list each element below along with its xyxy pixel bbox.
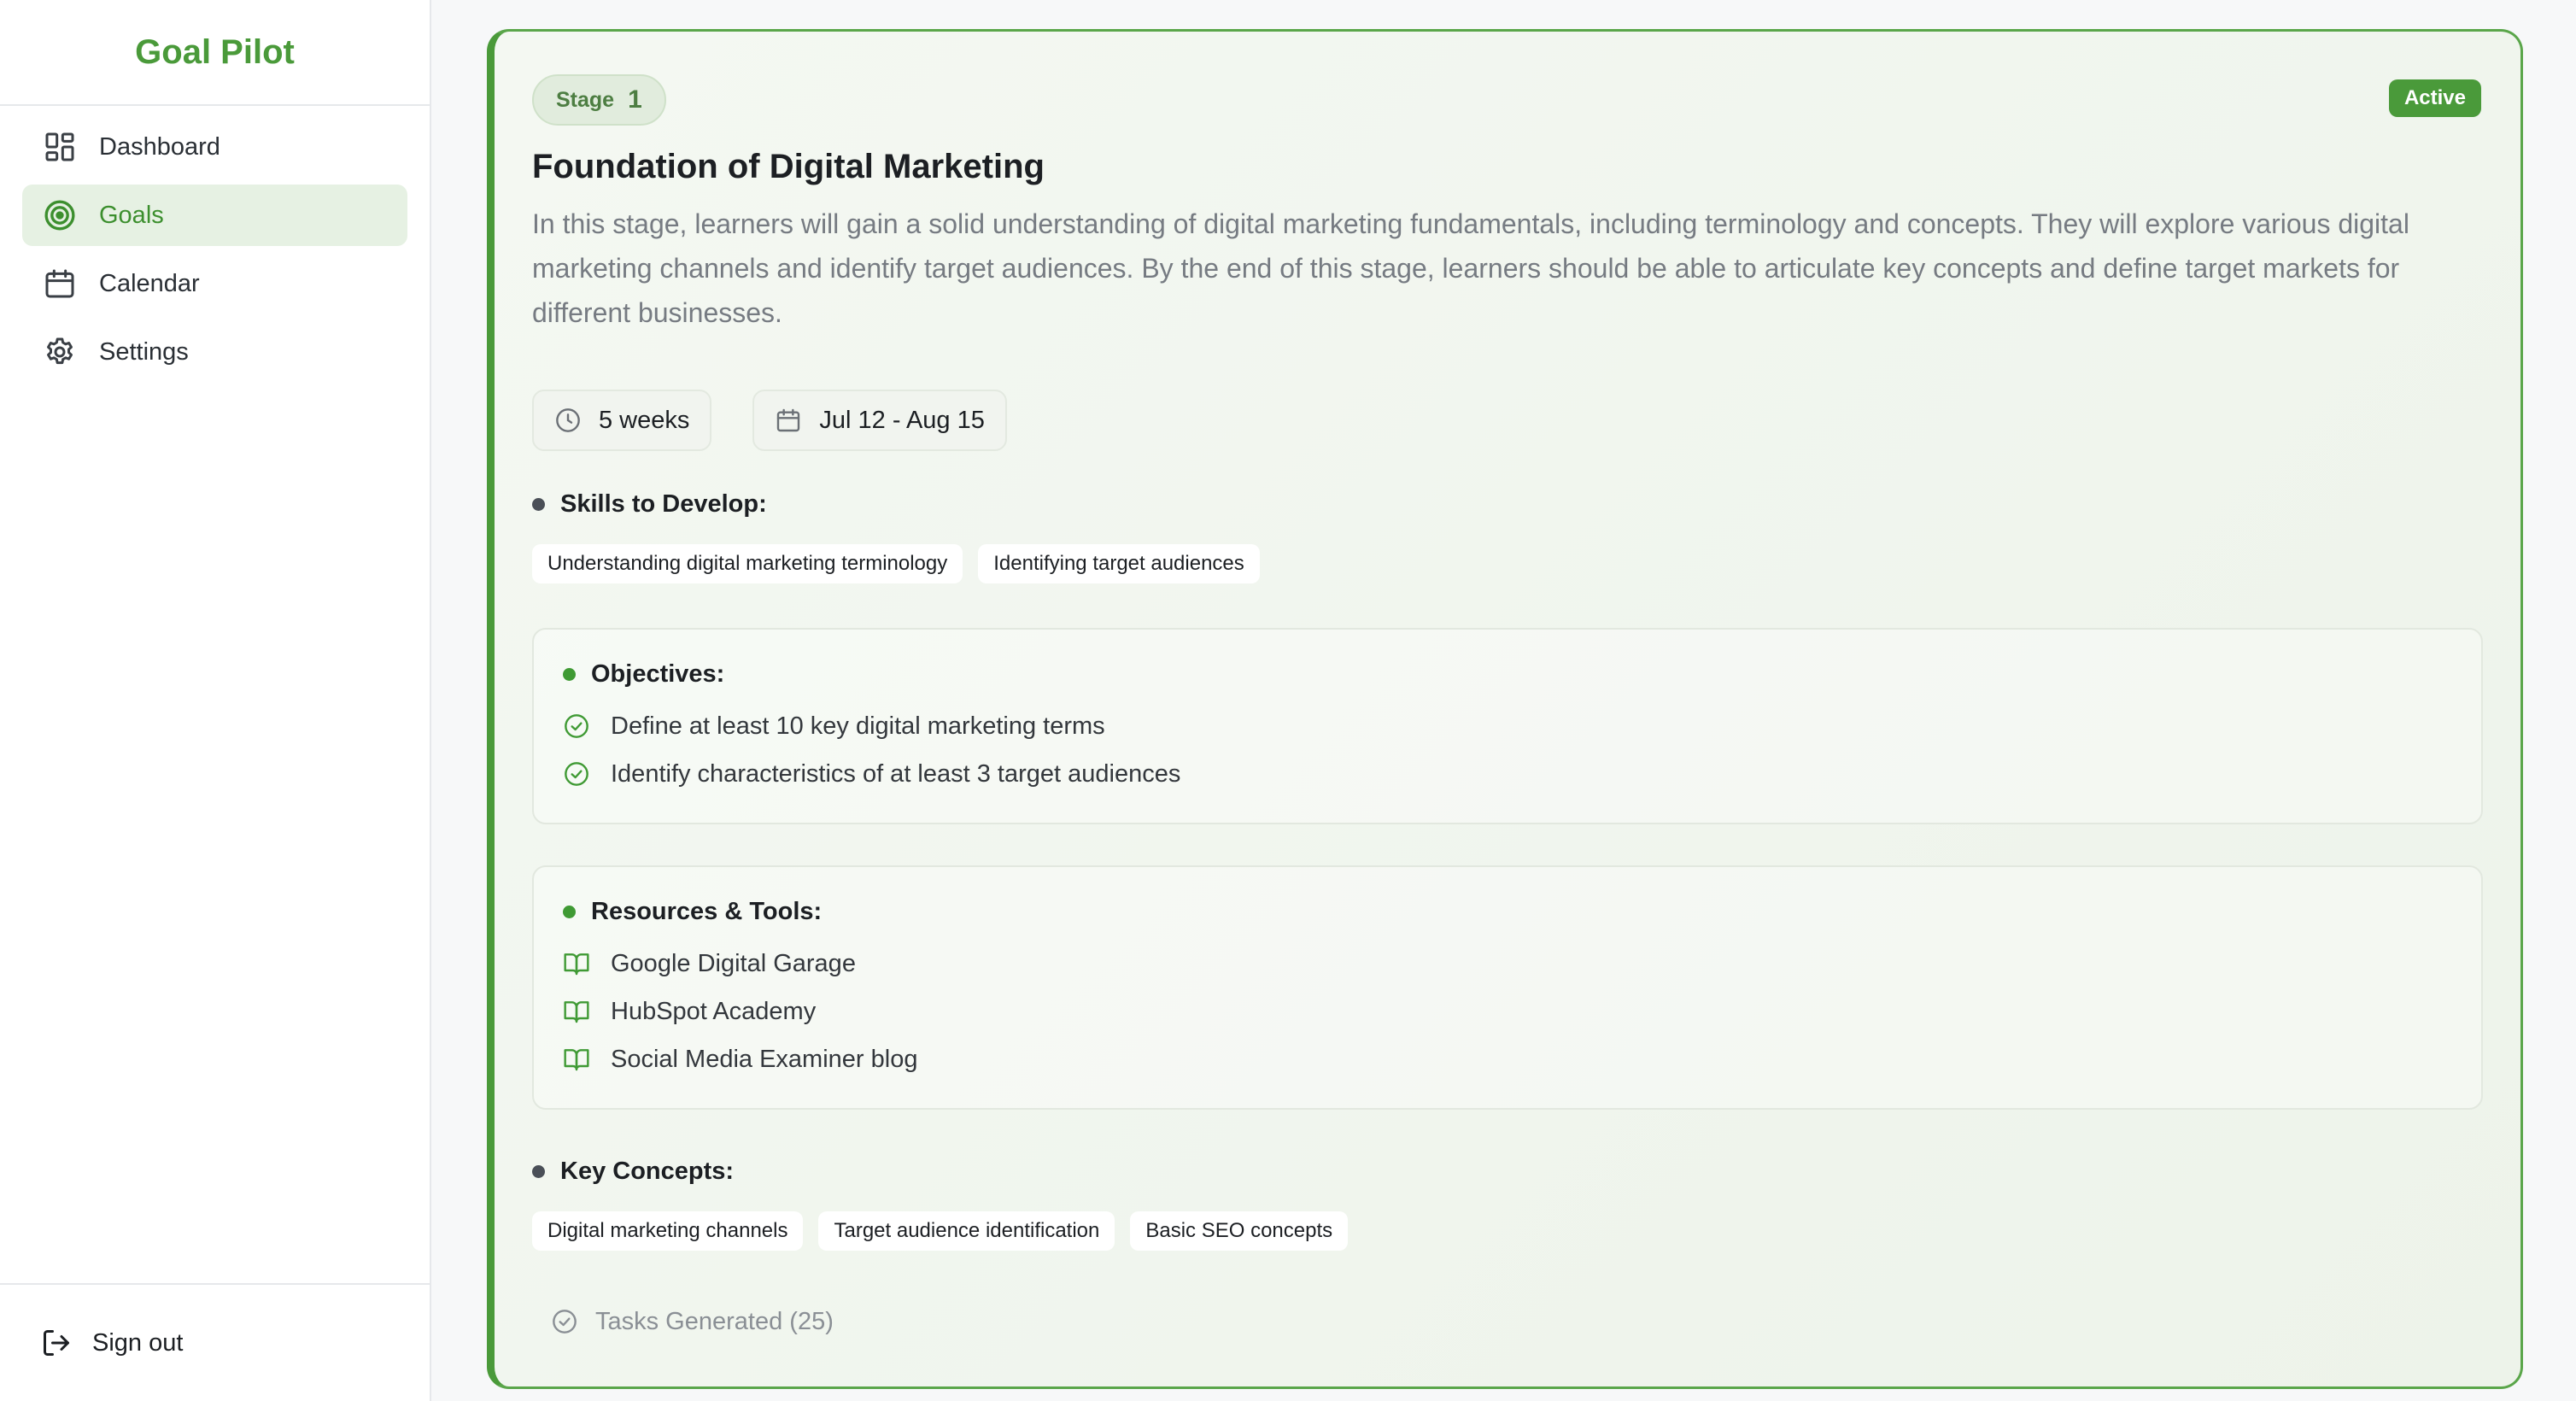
objectives-panel: Objectives: Define at least 10 key digit… (532, 628, 2483, 824)
stage-pill: Stage 1 (532, 74, 666, 126)
sidebar-footer: Sign out (0, 1283, 430, 1401)
objective-item: Identify characteristics of at least 3 t… (563, 750, 2452, 798)
gear-icon (43, 335, 77, 369)
concepts-heading: Key Concepts: (532, 1158, 2481, 1186)
clock-icon (556, 408, 580, 432)
objective-item: Define at least 10 key digital marketing… (563, 702, 2452, 750)
stage-card: Stage 1 Active Foundation of Digital Mar… (487, 29, 2523, 1389)
resource-text: Google Digital Garage (611, 949, 856, 977)
sidebar-item-label: Dashboard (99, 132, 220, 161)
sidebar: Goal Pilot Dashboard Goals Calendar Sett… (0, 0, 431, 1401)
check-circle-icon (565, 714, 588, 738)
resources-panel: Resources & Tools: Google Digital Garage… (532, 865, 2483, 1110)
resource-item[interactable]: HubSpot Academy (563, 988, 2452, 1035)
status-badge: Active (2388, 79, 2481, 117)
tasks-generated-label: Tasks Generated (25) (595, 1307, 834, 1335)
skill-tag: Identifying target audiences (978, 544, 1260, 583)
resource-text: HubSpot Academy (611, 997, 817, 1025)
calendar-icon (43, 267, 77, 301)
book-open-icon (564, 953, 589, 976)
stage-description: In this stage, learners will gain a soli… (532, 208, 2409, 328)
bullet-dot (532, 1165, 545, 1178)
sidebar-item-settings[interactable]: Settings (22, 321, 407, 383)
check-circle-icon (553, 1310, 577, 1334)
date-range-text: Jul 12 - Aug 15 (819, 406, 985, 434)
sign-out-label: Sign out (92, 1328, 184, 1357)
sidebar-item-dashboard[interactable]: Dashboard (22, 116, 407, 178)
objectives-heading-text: Objectives: (591, 660, 725, 688)
app-logo[interactable]: Goal Pilot (0, 0, 430, 106)
resources-heading-text: Resources & Tools: (591, 898, 823, 925)
resource-text: Social Media Examiner blog (611, 1045, 918, 1073)
sidebar-item-label: Settings (99, 337, 189, 366)
tasks-generated-button[interactable]: Tasks Generated (25) (532, 1293, 852, 1350)
book-open-icon (564, 1001, 589, 1023)
concept-tag: Digital marketing channels (532, 1211, 804, 1251)
duration-chip: 5 weeks (532, 390, 712, 451)
sidebar-item-label: Goals (99, 201, 164, 229)
stage-meta: 5 weeks Jul 12 - Aug 15 (532, 390, 2481, 451)
objectives-heading: Objectives: (563, 660, 2452, 689)
skills-heading-text: Skills to Develop: (560, 490, 767, 518)
sign-out-icon (44, 1330, 69, 1356)
sign-out-button[interactable]: Sign out (41, 1328, 183, 1358)
resources-list: Google Digital Garage HubSpot Academy So… (563, 940, 2452, 1083)
concept-tag: Target audience identification (818, 1211, 1115, 1251)
bullet-dot (563, 668, 576, 681)
resource-item[interactable]: Social Media Examiner blog (563, 1035, 2452, 1083)
bullet-dot (532, 498, 545, 511)
sidebar-nav: Dashboard Goals Calendar Settings (0, 106, 430, 400)
resources-heading: Resources & Tools: (563, 898, 2452, 926)
concepts-heading-text: Key Concepts: (560, 1158, 735, 1185)
app-root: Goal Pilot Dashboard Goals Calendar Sett… (0, 0, 2576, 1401)
skills-heading: Skills to Develop: (532, 490, 2481, 519)
resource-item[interactable]: Google Digital Garage (563, 940, 2452, 988)
target-icon (43, 198, 77, 232)
concepts-tags: Digital marketing channels Target audien… (532, 1211, 2481, 1251)
date-range-chip: Jul 12 - Aug 15 (752, 390, 1007, 451)
objective-text: Identify characteristics of at least 3 t… (611, 759, 1181, 788)
calendar-icon (777, 408, 800, 432)
duration-text: 5 weeks (599, 406, 690, 434)
skills-tags: Understanding digital marketing terminol… (532, 544, 2481, 583)
sidebar-item-label: Calendar (99, 269, 200, 297)
stage-number: 1 (628, 85, 642, 114)
book-open-icon (564, 1049, 589, 1071)
objective-text: Define at least 10 key digital marketing… (611, 712, 1105, 740)
stage-label: Stage (556, 87, 615, 112)
stage-title: Foundation of Digital Marketing (532, 148, 1045, 185)
sidebar-item-calendar[interactable]: Calendar (22, 253, 407, 314)
concept-tag: Basic SEO concepts (1130, 1211, 1349, 1251)
objectives-list: Define at least 10 key digital marketing… (563, 702, 2452, 798)
dashboard-icon (43, 130, 77, 164)
check-circle-icon (565, 762, 588, 786)
skill-tag: Understanding digital marketing terminol… (532, 544, 963, 583)
bullet-dot (563, 906, 576, 918)
sidebar-item-goals[interactable]: Goals (22, 185, 407, 246)
